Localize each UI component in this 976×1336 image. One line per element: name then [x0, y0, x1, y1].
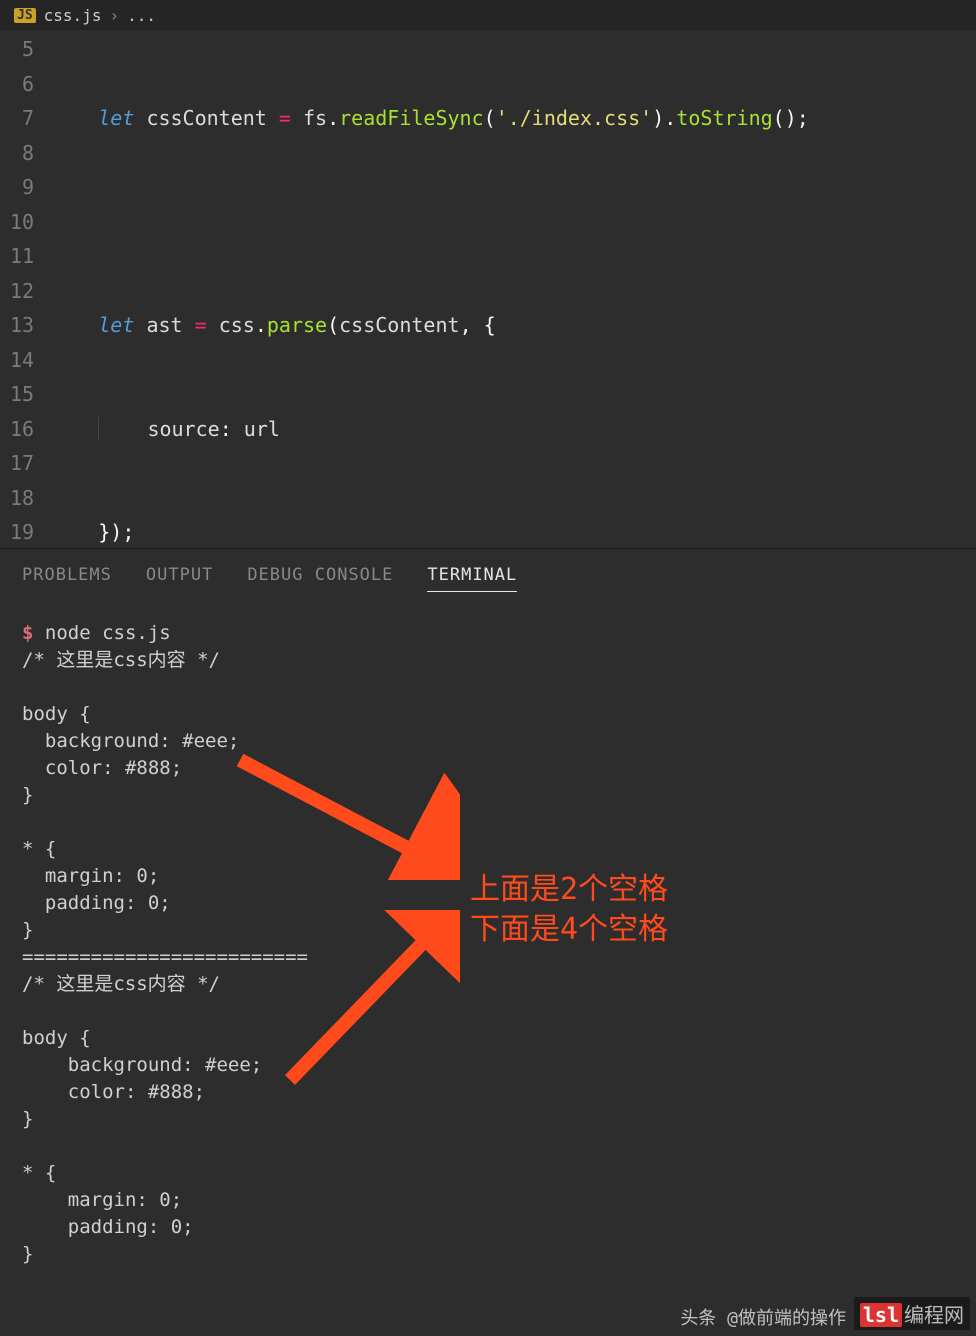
- watermark-icon: lsl: [860, 1303, 902, 1327]
- breadcrumb-file[interactable]: css.js: [44, 6, 102, 25]
- line-number: 11: [10, 239, 34, 274]
- line-number: 15: [10, 377, 34, 412]
- terminal-prompt: $: [22, 622, 33, 644]
- line-number: 8: [10, 136, 34, 171]
- line-number: 17: [10, 446, 34, 481]
- panel-tabs: PROBLEMS OUTPUT DEBUG CONSOLE TERMINAL: [0, 548, 976, 602]
- line-number: 12: [10, 274, 34, 309]
- breadcrumb[interactable]: JS css.js › ...: [0, 0, 976, 30]
- watermark-author: 头条 @做前端的操作: [680, 1304, 846, 1330]
- terminal-command: node css.js: [45, 622, 171, 644]
- terminal[interactable]: $ node css.js /* 这里是css内容 */ body { back…: [0, 602, 976, 1268]
- breadcrumb-more[interactable]: ...: [127, 6, 156, 25]
- file-badge-js: JS: [14, 8, 36, 23]
- line-number: 5: [10, 32, 34, 67]
- tab-output[interactable]: OUTPUT: [146, 565, 213, 592]
- code-area[interactable]: let cssContent = fs.readFileSync('./inde…: [50, 30, 976, 548]
- line-number: 9: [10, 170, 34, 205]
- code-line[interactable]: let cssContent = fs.readFileSync('./inde…: [50, 101, 976, 136]
- code-line[interactable]: [50, 205, 976, 240]
- code-line[interactable]: source: url: [50, 412, 976, 447]
- line-number: 18: [10, 481, 34, 516]
- tab-problems[interactable]: PROBLEMS: [22, 565, 112, 592]
- line-number: 7: [10, 101, 34, 136]
- line-number: 13: [10, 308, 34, 343]
- line-number: 6: [10, 67, 34, 102]
- code-line[interactable]: let ast = css.parse(cssContent, {: [50, 308, 976, 343]
- tab-terminal[interactable]: TERMINAL: [427, 565, 517, 592]
- tab-debug-console[interactable]: DEBUG CONSOLE: [247, 565, 393, 592]
- code-line[interactable]: });: [50, 515, 976, 548]
- watermark-site: lsl编程网: [854, 1297, 970, 1330]
- line-number: 10: [10, 205, 34, 240]
- terminal-output: /* 这里是css内容 */ body { background: #eee; …: [22, 649, 308, 1265]
- chevron-right-icon: ›: [109, 6, 119, 25]
- line-number: 19: [10, 515, 34, 548]
- line-gutter: 5 6 7 8 9 10 11 12 13 14 15 16 17 18 19: [0, 30, 50, 548]
- line-number: 14: [10, 343, 34, 378]
- line-number: 16: [10, 412, 34, 447]
- code-editor[interactable]: 5 6 7 8 9 10 11 12 13 14 15 16 17 18 19 …: [0, 30, 976, 548]
